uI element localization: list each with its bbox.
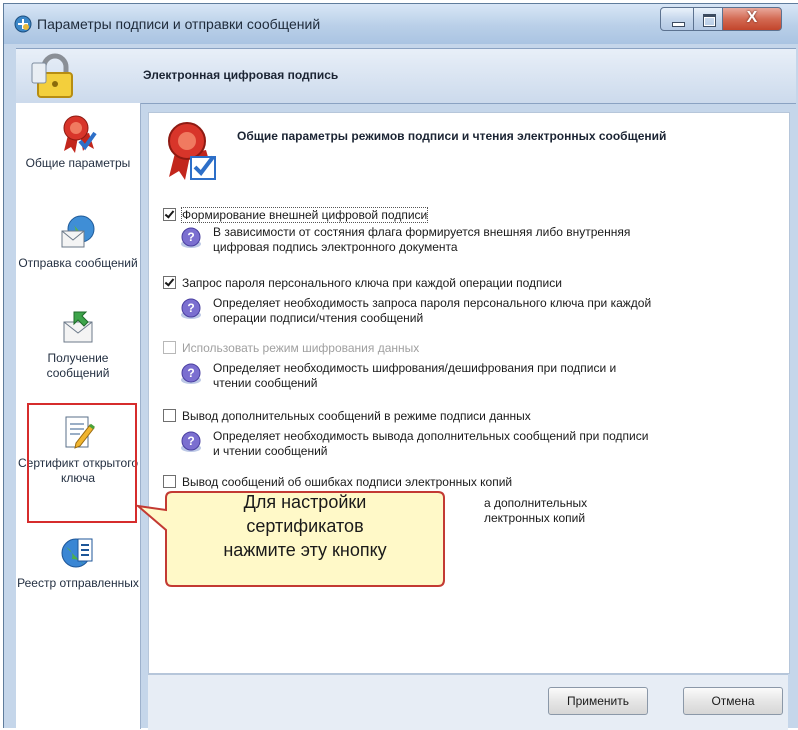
option-password-request[interactable]: Запрос пароля персонального ключа при ка… [163, 276, 562, 290]
banner-title: Электронная цифровая подпись [143, 68, 339, 82]
settings-panel: Общие параметры режимов подписи и чтения… [148, 112, 790, 674]
sidebar-label-general: Общие параметры [25, 156, 131, 170]
encryption-mode-help-text: Определяет необходимость шифрования/деши… [213, 361, 617, 390]
svg-text:?: ? [187, 230, 194, 244]
option-extra-messages[interactable]: Вывод дополнительных сообщений в режиме … [163, 409, 531, 423]
dialog-footer: Применить Отмена [148, 674, 788, 730]
option-encryption-mode: Использовать режим шифрования данных [163, 341, 419, 355]
envelope-globe-icon [61, 215, 95, 248]
dialog-window: Параметры подписи и отправки сообщений X… [3, 3, 798, 730]
password-request-label[interactable]: Запрос пароля персонального ключа при ка… [182, 276, 562, 290]
apply-button[interactable]: Применить [548, 687, 648, 715]
copy-errors-help-line-1: а дополнительных [484, 496, 588, 510]
external-signature-label[interactable]: Формирование внешней цифровой подписи [180, 207, 429, 223]
question-icon: ? [181, 431, 201, 452]
copy-errors-help-text: а дополнительных лектронных копий [484, 496, 684, 526]
svg-text:?: ? [187, 301, 194, 315]
extra-messages-checkbox[interactable] [163, 409, 176, 422]
minimize-icon [672, 22, 685, 27]
extra-messages-label[interactable]: Вывод дополнительных сообщений в режиме … [182, 409, 531, 423]
external-signature-help-text: В зависимости от состяния флага формируе… [213, 225, 631, 254]
sidebar-label-receiving: Получение сообщений [46, 351, 110, 380]
minimize-button[interactable] [660, 7, 694, 31]
sidebar-item-receiving[interactable]: Получение сообщений [16, 308, 140, 381]
password-request-help-text: Определяет необходимость запроса пароля … [213, 296, 652, 325]
sidebar-item-general[interactable]: Общие параметры [16, 113, 140, 171]
sidebar-item-registry[interactable]: Реестр отправленных [16, 533, 140, 591]
copy-errors-checkbox[interactable] [163, 475, 176, 488]
maximize-button[interactable] [693, 7, 723, 31]
question-icon: ? [181, 363, 201, 384]
svg-text:?: ? [187, 434, 194, 448]
window-title: Параметры подписи и отправки сообщений [37, 16, 321, 32]
callout-line-3: нажмите эту кнопку [223, 540, 387, 560]
close-button[interactable]: X [722, 7, 782, 31]
copy-errors-label[interactable]: Вывод сообщений об ошибках подписи элект… [182, 475, 512, 489]
registry-globe-icon [61, 538, 93, 568]
encryption-mode-checkbox [163, 341, 176, 354]
encryption-mode-label: Использовать режим шифрования данных [182, 341, 420, 355]
maximize-icon [703, 14, 716, 27]
incoming-mail-icon [63, 311, 93, 343]
option-copy-errors[interactable]: Вывод сообщений об ошибках подписи элект… [163, 475, 512, 489]
lock-icon [31, 53, 73, 98]
password-request-checkbox[interactable] [163, 276, 176, 289]
certificate-highlight-frame [27, 403, 137, 523]
ribbon-badge-icon [63, 115, 97, 153]
section-banner: Электронная цифровая подпись [16, 48, 796, 104]
panel-title: Общие параметры режимов подписи и чтения… [237, 129, 667, 143]
cancel-button[interactable]: Отмена [683, 687, 783, 715]
svg-text:?: ? [187, 366, 194, 380]
sidebar-item-sending[interactable]: Отправка сообщений [16, 213, 140, 271]
callout-line-1: Для настройки [243, 492, 367, 512]
sidebar-label-sending: Отправка сообщений [18, 256, 138, 270]
question-icon: ? [181, 227, 201, 248]
external-signature-checkbox[interactable] [163, 208, 176, 221]
title-bar[interactable]: Параметры подписи и отправки сообщений X [4, 4, 798, 44]
question-icon: ? [181, 298, 201, 319]
panel-ribbon-badge-icon [168, 122, 216, 180]
callout-text: Для настройки сертификатов нажмите эту к… [175, 490, 435, 562]
extra-messages-help-text: Определяет необходимость вывода дополнит… [213, 429, 649, 458]
callout-line-2: сертификатов [246, 516, 364, 536]
option-external-signature[interactable]: Формирование внешней цифровой подписи [163, 207, 429, 223]
copy-errors-help-line-2: лектронных копий [484, 511, 586, 525]
app-icon [14, 15, 32, 33]
close-icon: X [746, 9, 758, 26]
sidebar-label-registry: Реестр отправленных [17, 576, 139, 590]
